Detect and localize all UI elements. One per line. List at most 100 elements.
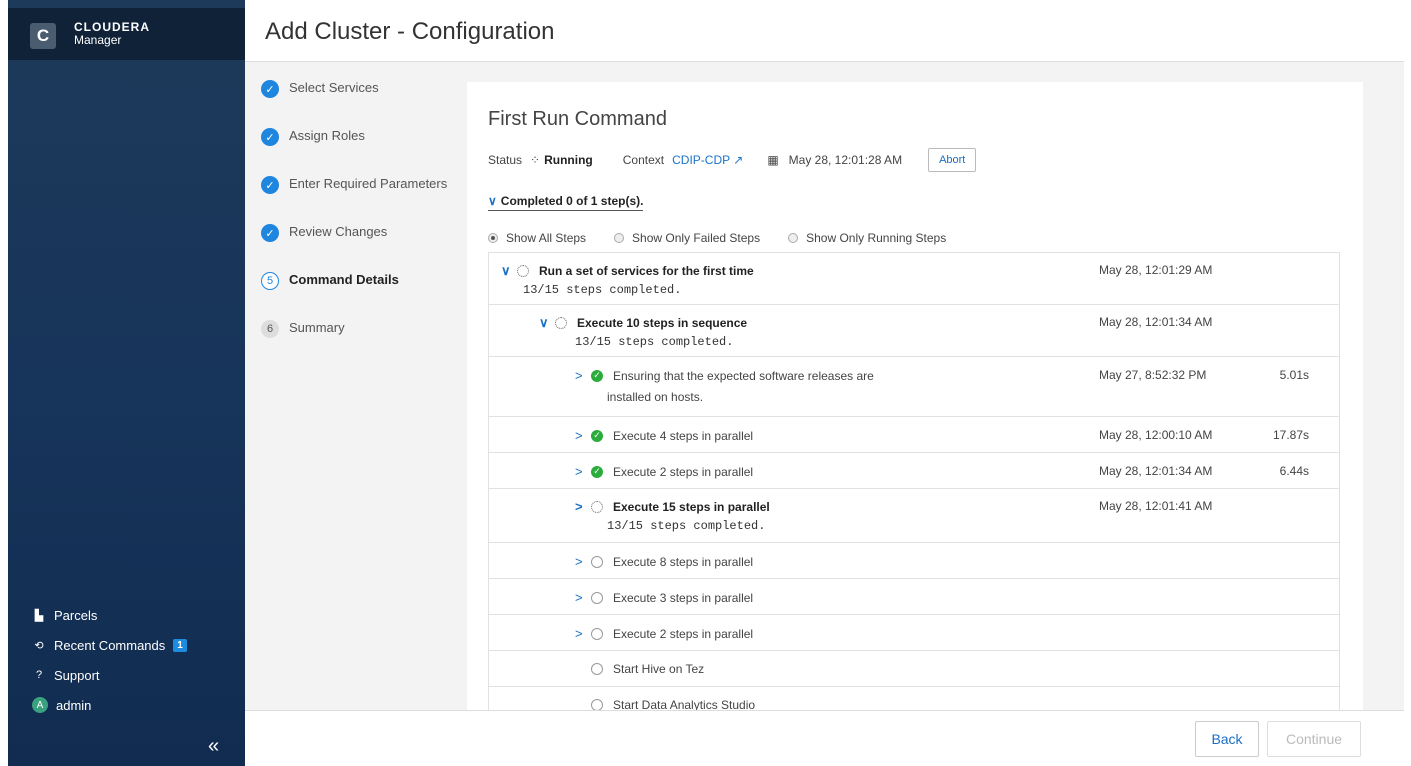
step-duration: 17.87s [1272, 428, 1309, 442]
wizard-step-summary: 6 Summary [261, 320, 447, 368]
success-check-icon: ✓ [591, 465, 603, 478]
step-title-wrap: > ✓ Execute 4 steps in parallel [575, 428, 753, 443]
step-row[interactable]: ∨ Execute 10 steps in sequence 13/15 ste… [489, 305, 1339, 357]
filter-label: Show Only Failed Steps [632, 231, 761, 245]
wizard-step-label: Command Details [289, 272, 399, 287]
step-title-wrap: ∨ Execute 10 steps in sequence [539, 315, 747, 331]
context-label: Context [622, 153, 665, 167]
brand-name: CLOUDERA [74, 20, 150, 34]
filter-show-all-steps[interactable]: Show All Steps [488, 231, 586, 245]
wizard-step-label: Summary [289, 320, 345, 335]
chevron-right-icon[interactable]: > [575, 428, 585, 443]
step-title: Run a set of services for the first time [539, 264, 754, 278]
chevron-right-icon[interactable]: > [575, 554, 585, 569]
step-title-continued: installed on hosts. [607, 390, 704, 404]
collapse-sidebar-icon[interactable]: « [208, 735, 219, 758]
external-link-icon: ↗ [733, 153, 744, 167]
step-title: Start Hive on Tez [613, 662, 705, 676]
recent-commands-icon: ⟲ [34, 639, 44, 652]
step-timestamp: May 28, 12:01:41 AM [1099, 499, 1213, 513]
step-row[interactable]: > ✓ Execute 2 steps in parallel May 28, … [489, 453, 1339, 489]
step-filters: Show All Steps Show Only Failed Steps Sh… [488, 231, 974, 245]
step-progress: 13/15 steps completed. [523, 283, 682, 297]
brand-header[interactable]: C CLOUDERA Manager [8, 8, 245, 60]
step-row[interactable]: > ✓ Execute 4 steps in parallel May 28, … [489, 417, 1339, 453]
sidebar-item-support[interactable]: ? Support [8, 660, 245, 690]
step-title: Execute 2 steps in parallel [613, 626, 754, 641]
sidebar-nav: ▙ Parcels ⟲ Recent Commands 1 ? Support … [8, 600, 245, 720]
step-row[interactable]: ∨ Run a set of services for the first ti… [489, 253, 1339, 305]
wizard-step-select-services[interactable]: ✓ Select Services [261, 80, 447, 128]
step-timestamp: May 28, 12:01:34 AM [1099, 464, 1213, 478]
step-row[interactable]: > Execute 2 steps in parallel [489, 615, 1339, 651]
step-row: Start Hive on Tez [489, 651, 1339, 687]
wizard-step-label: Assign Roles [289, 128, 365, 143]
command-title: First Run Command [488, 108, 667, 130]
check-icon: ✓ [261, 224, 279, 242]
command-details-card: First Run Command Status ⁘ Running Conte… [467, 82, 1363, 710]
command-steps-tree: ∨ Run a set of services for the first ti… [488, 252, 1340, 710]
chevron-right-icon[interactable]: > [575, 368, 585, 383]
main-content: ✓ Select Services ✓ Assign Roles ✓ Enter… [245, 62, 1404, 710]
avatar: A [32, 697, 48, 713]
step-timestamp: May 28, 12:00:10 AM [1099, 428, 1213, 442]
step-row[interactable]: > Execute 15 steps in parallel 13/15 ste… [489, 489, 1339, 543]
radio-button[interactable] [614, 233, 625, 243]
command-status-row: Status ⁘ Running Context CDIP-CDP ↗ ▦ Ma… [488, 148, 977, 172]
step-title-wrap: Start Data Analytics Studio [591, 698, 755, 710]
wizard-step-label: Review Changes [289, 224, 388, 239]
wizard-step-enter-required-parameters[interactable]: ✓ Enter Required Parameters [261, 176, 447, 224]
step-title: Execute 10 steps in sequence [577, 316, 748, 330]
completed-steps-toggle[interactable]: ∨ Completed 0 of 1 step(s). [488, 194, 644, 211]
wizard-step-label: Select Services [289, 80, 379, 95]
chevron-right-icon[interactable]: > [575, 499, 585, 514]
wizard-step-assign-roles[interactable]: ✓ Assign Roles [261, 128, 447, 176]
context-link[interactable]: CDIP-CDP ↗ [672, 153, 743, 167]
calendar-icon: ▦ [767, 153, 779, 167]
step-title: Start Data Analytics Studio [613, 698, 756, 710]
check-icon: ✓ [261, 128, 279, 146]
step-row[interactable]: > Execute 8 steps in parallel [489, 543, 1339, 579]
back-button[interactable]: Back [1195, 721, 1259, 757]
step-title-wrap: Start Hive on Tez [591, 662, 704, 676]
step-row: Start Data Analytics Studio [489, 687, 1339, 710]
step-number-marker: 5 [261, 272, 279, 290]
chevron-right-icon[interactable]: > [575, 626, 585, 641]
wizard-step-label: Enter Required Parameters [289, 176, 448, 191]
step-row[interactable]: > Execute 3 steps in parallel [489, 579, 1339, 615]
wizard-step-review-changes[interactable]: ✓ Review Changes [261, 224, 447, 272]
sidebar-item-recent-commands[interactable]: ⟲ Recent Commands 1 [8, 630, 245, 660]
filter-show-failed-steps[interactable]: Show Only Failed Steps [614, 231, 760, 245]
step-timestamp: May 28, 12:01:29 AM [1099, 263, 1213, 277]
chevron-right-icon[interactable]: > [575, 464, 585, 479]
check-icon: ✓ [261, 176, 279, 194]
radio-button[interactable] [488, 233, 498, 243]
abort-button[interactable]: Abort [928, 148, 977, 172]
step-title: Execute 3 steps in parallel [613, 590, 754, 605]
step-title-wrap: > Execute 2 steps in parallel [575, 626, 753, 641]
step-title: Execute 15 steps in parallel [613, 499, 770, 514]
wizard-steps: ✓ Select Services ✓ Assign Roles ✓ Enter… [261, 80, 447, 368]
page-header: Add Cluster - Configuration [245, 0, 1411, 62]
step-title-wrap: > ✓ Execute 2 steps in parallel [575, 464, 753, 479]
window-edge [0, 0, 8, 766]
step-number-marker: 6 [261, 320, 279, 338]
continue-button[interactable]: Continue [1267, 721, 1361, 757]
wizard-step-command-details: 5 Command Details [261, 272, 447, 320]
sidebar-item-label: Parcels [54, 607, 98, 623]
step-progress: 13/15 steps completed. [575, 335, 734, 349]
sidebar-item-admin[interactable]: A admin [8, 690, 245, 720]
chevron-down-icon[interactable]: ∨ [539, 315, 549, 331]
clock-icon [591, 663, 603, 675]
clock-icon [591, 591, 603, 604]
filter-label: Show Only Running Steps [806, 231, 947, 245]
clock-icon [591, 699, 603, 710]
chevron-down-icon[interactable]: ∨ [501, 263, 511, 279]
step-title-wrap: ∨ Run a set of services for the first ti… [501, 263, 754, 279]
step-row[interactable]: > ✓ Ensuring that the expected software … [489, 357, 1339, 417]
sidebar-item-parcels[interactable]: ▙ Parcels [8, 600, 245, 630]
chevron-right-icon[interactable]: > [575, 590, 585, 605]
step-title-wrap: > Execute 3 steps in parallel [575, 590, 753, 605]
radio-button[interactable] [788, 233, 799, 243]
filter-show-running-steps[interactable]: Show Only Running Steps [788, 231, 946, 245]
